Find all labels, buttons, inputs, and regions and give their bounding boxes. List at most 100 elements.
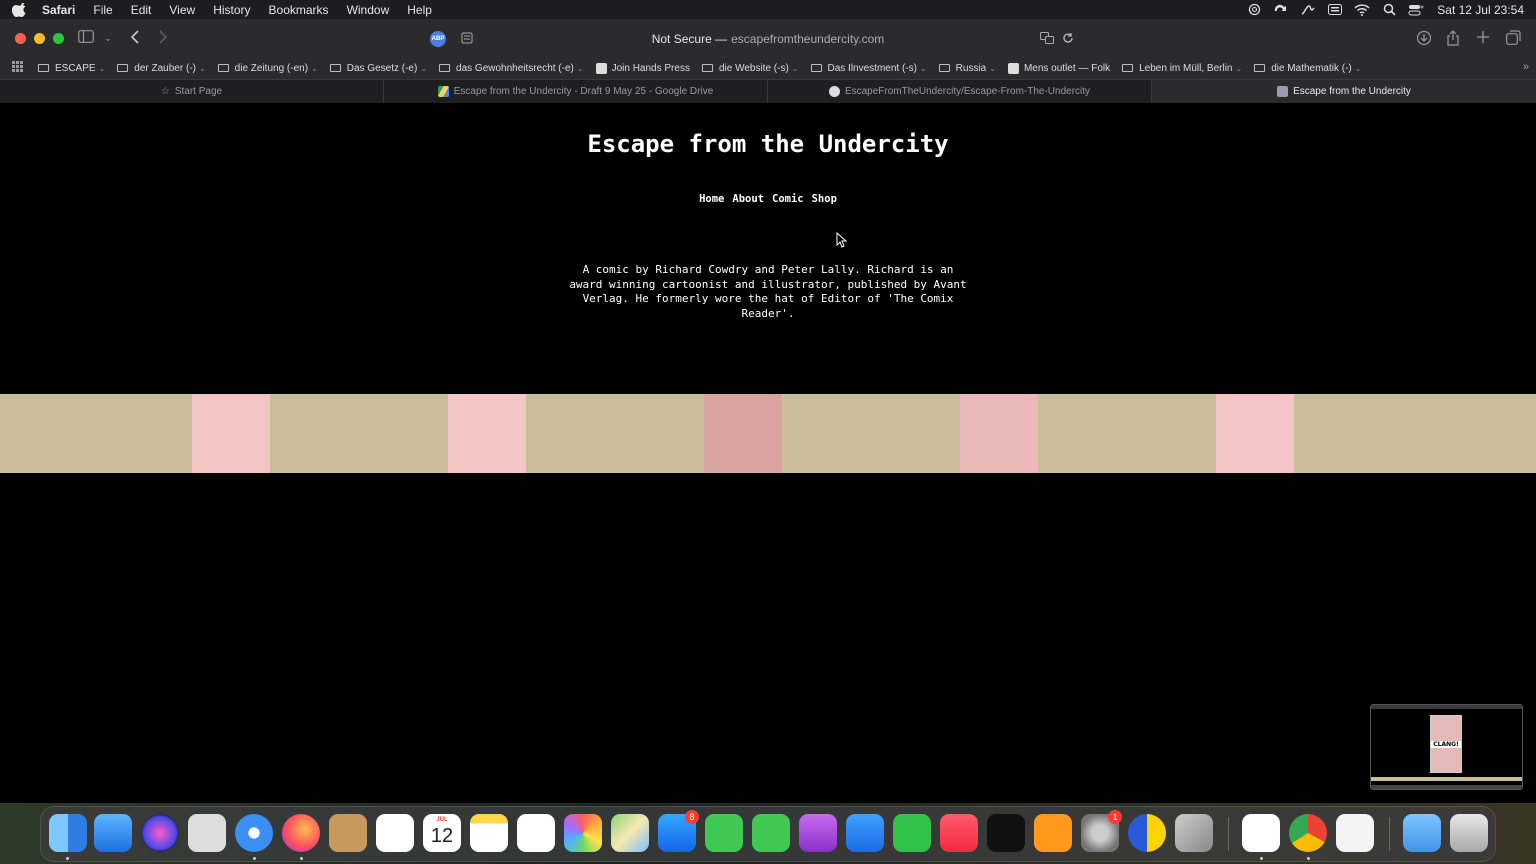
bookmark-folder-leben-im-muell[interactable]: Leben im Müll, Berlin ⌄ — [1122, 63, 1242, 74]
apple-tv-icon[interactable] — [987, 814, 1025, 852]
spotlight-search-icon[interactable] — [1381, 3, 1397, 16]
reminders-icon[interactable] — [376, 814, 414, 852]
bookmark-join-hands-press[interactable]: Join Hands Press — [595, 62, 690, 74]
bookmark-folder-investment[interactable]: Das Ilnvestment (-s) ⌄ — [810, 63, 927, 74]
forward-button[interactable] — [158, 30, 168, 47]
keyboard-status-icon[interactable] — [1327, 3, 1343, 16]
contacts-icon[interactable] — [329, 814, 367, 852]
strip-tile[interactable] — [704, 394, 782, 473]
photos-icon[interactable] — [564, 814, 602, 852]
bookmark-folder-escape[interactable]: ESCAPE ⌄ — [38, 63, 105, 74]
screen: Safari File Edit View History Bookmarks … — [0, 0, 1536, 864]
books-icon[interactable] — [1034, 814, 1072, 852]
podcasts-icon[interactable] — [799, 814, 837, 852]
chevron-down-icon: ⌄ — [420, 63, 428, 73]
menu-view[interactable]: View — [169, 3, 195, 17]
bookmark-mens-outlet[interactable]: Mens outlet — Folk — [1007, 62, 1110, 74]
bookmark-folder-mathematik[interactable]: die Mathematik (-) ⌄ — [1254, 63, 1361, 74]
firefox-icon[interactable] — [282, 814, 320, 852]
openai-status-icon[interactable] — [1246, 3, 1262, 16]
sidebar-toggle-icon[interactable] — [78, 30, 94, 46]
bookmark-folder-der-zauber[interactable]: der Zauber (-) ⌄ — [117, 63, 206, 74]
wifi-icon[interactable] — [1354, 3, 1370, 16]
bookmarks-grid-icon[interactable] — [12, 61, 24, 75]
new-tab-icon[interactable] — [1476, 30, 1490, 47]
textedit-icon[interactable] — [1336, 814, 1374, 852]
menu-file[interactable]: File — [93, 3, 112, 17]
tab-group-chevron-down-icon[interactable]: ⌄ — [104, 30, 112, 46]
url-security-label: Not Secure — — [651, 32, 728, 46]
share-icon[interactable] — [1446, 30, 1460, 49]
siri-icon[interactable] — [141, 814, 179, 852]
downloads-icon[interactable] — [1416, 30, 1432, 49]
tab-github-repo[interactable]: EscapeFromTheUndercity/Escape-From-The-U… — [768, 80, 1152, 103]
notes-icon[interactable] — [470, 814, 508, 852]
folder-icon[interactable] — [1403, 814, 1441, 852]
screenshot-thumbnail[interactable]: CLANG! — [1370, 704, 1523, 790]
trash-icon[interactable] — [1450, 814, 1488, 852]
launchpad-icon[interactable] — [188, 814, 226, 852]
nav-home-link[interactable]: Home — [699, 193, 724, 205]
apple-icon[interactable] — [12, 2, 26, 17]
minimize-window-button[interactable] — [34, 32, 45, 44]
menu-window[interactable]: Window — [347, 3, 390, 17]
translate-icon[interactable] — [1040, 32, 1054, 47]
chrome-icon[interactable] — [1289, 814, 1327, 852]
tab-overview-icon[interactable] — [1506, 30, 1521, 48]
strip-tile[interactable] — [960, 394, 1038, 473]
tab-escape-from-the-undercity[interactable]: Escape from the Undercity — [1152, 80, 1536, 103]
keynote-icon[interactable] — [846, 814, 884, 852]
running-indicator — [1307, 857, 1310, 860]
finder-icon[interactable] — [49, 814, 87, 852]
menu-history[interactable]: History — [213, 3, 250, 17]
address-bar[interactable]: Not Secure — escapefromtheundercity.com — [456, 27, 1080, 51]
bookmark-folder-gewohnheitsrecht[interactable]: das Gewohnheitsrecht (-e) ⌄ — [439, 63, 584, 74]
sync-status-icon[interactable] — [1273, 3, 1289, 16]
nav-shop-link[interactable]: Shop — [812, 193, 837, 205]
folder-icon — [1254, 64, 1266, 72]
freeform-icon[interactable] — [517, 814, 555, 852]
strip-tile[interactable] — [448, 394, 526, 473]
google-drive-icon — [437, 86, 449, 97]
music-icon[interactable] — [940, 814, 978, 852]
mouse-cursor-icon — [836, 232, 848, 248]
calendar-icon[interactable]: JUL 12 — [423, 814, 461, 852]
bookmark-folder-russia[interactable]: Russia ⌄ — [938, 63, 996, 74]
messages-icon[interactable] — [752, 814, 790, 852]
zoom-window-button[interactable] — [53, 32, 64, 44]
close-window-button[interactable] — [15, 32, 26, 44]
nav-about-link[interactable]: About — [732, 193, 764, 205]
thumbnail-comic-word: CLANG! — [1431, 741, 1461, 748]
facetime-icon[interactable] — [705, 814, 743, 852]
tab-google-drive[interactable]: Escape from the Undercity - Draft 9 May … — [384, 80, 768, 103]
menu-app-safari[interactable]: Safari — [42, 3, 75, 17]
numbers-icon[interactable] — [893, 814, 931, 852]
more-bookmarks-chevron-icon[interactable]: » — [1523, 61, 1529, 73]
reload-icon[interactable] — [1062, 32, 1074, 47]
menu-edit[interactable]: Edit — [131, 3, 152, 17]
chatgpt-icon[interactable] — [1242, 814, 1280, 852]
tab-start-page[interactable]: ☆ Start Page — [0, 80, 384, 103]
maps-icon[interactable] — [611, 814, 649, 852]
bookmark-folder-das-gesetz[interactable]: Das Gesetz (-e) ⌄ — [329, 63, 428, 74]
back-button[interactable] — [130, 30, 140, 47]
bookmark-folder-die-zeitung[interactable]: die Zeitung (-en) ⌄ — [217, 63, 318, 74]
strip-tile[interactable] — [1216, 394, 1294, 473]
menu-help[interactable]: Help — [407, 3, 432, 17]
menu-bookmarks[interactable]: Bookmarks — [269, 3, 329, 17]
page-menu-icon[interactable] — [461, 32, 473, 47]
menu-clock[interactable]: Sat 12 Jul 23:54 — [1437, 3, 1524, 17]
app-icon-yellow-blue[interactable] — [1128, 814, 1166, 852]
chevron-down-icon: ⌄ — [919, 63, 927, 73]
bookmark-folder-die-website[interactable]: die Website (-s) ⌄ — [701, 63, 799, 74]
nav-comic-link[interactable]: Comic — [772, 193, 804, 205]
strip-tile[interactable] — [192, 394, 270, 473]
chevron-down-icon: ⌄ — [198, 63, 206, 73]
app-icon-pages-like[interactable] — [1175, 814, 1213, 852]
github-icon — [828, 86, 840, 97]
adblock-icon[interactable]: ABP — [430, 31, 446, 47]
mail-icon[interactable] — [94, 814, 132, 852]
pen-status-icon[interactable] — [1300, 3, 1316, 16]
safari-icon[interactable] — [235, 814, 273, 852]
control-center-icon[interactable] — [1408, 3, 1424, 16]
